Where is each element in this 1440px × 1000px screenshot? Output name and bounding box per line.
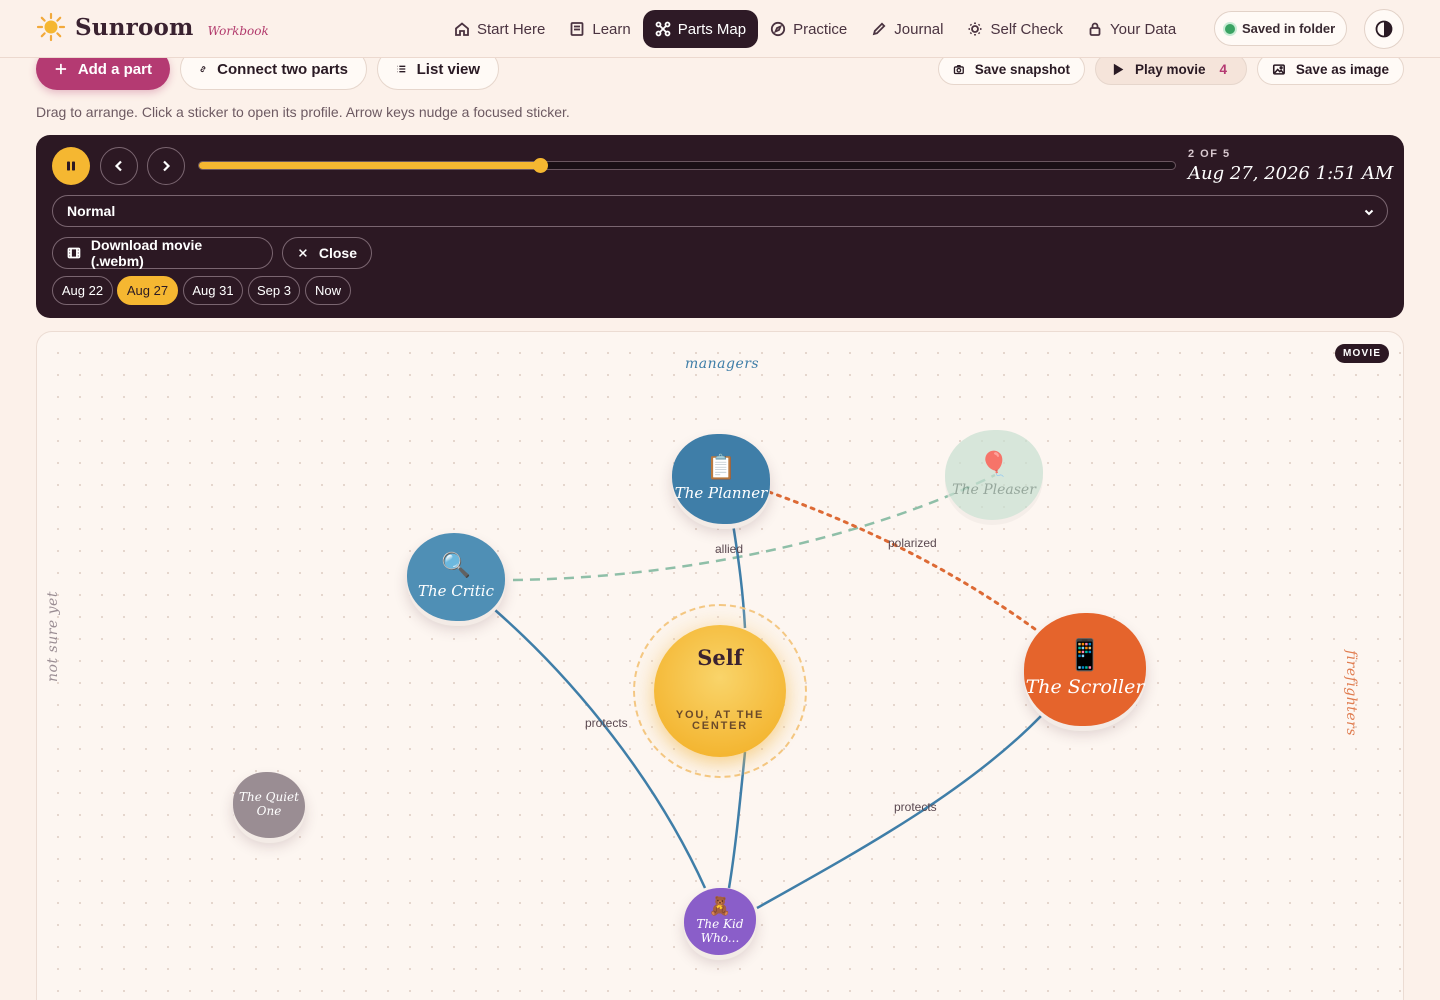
nav-label: Start Here (477, 20, 546, 38)
magnifier-icon: 🔍 (441, 551, 471, 580)
saved-status-pill[interactable]: Saved in folder (1214, 11, 1347, 46)
brand-tag: Workbook (207, 24, 269, 38)
teddy-bear-icon: 🧸 (708, 895, 732, 917)
parts-map-canvas[interactable]: MOVIE managers not sure yet firefighters… (36, 331, 1404, 1000)
status-dot (1225, 23, 1235, 34)
part-name: The Critic (418, 582, 494, 601)
nav-label: Learn (592, 20, 631, 38)
chevron-right-icon (163, 160, 171, 172)
book-icon (570, 22, 584, 36)
link-icon (200, 66, 206, 73)
snapshot-chip-aug-22[interactable]: Aug 22 (52, 276, 113, 305)
part-sticker-critic[interactable]: 🔍 The Critic (407, 533, 505, 621)
network-icon (655, 21, 671, 37)
theme-toggle-button[interactable] (1364, 9, 1404, 49)
top-nav-bar: Sunroom Workbook Start Here Learn Parts … (0, 0, 1440, 58)
chevron-left-icon (114, 160, 122, 172)
balloon-icon: 🎈 (979, 449, 1009, 478)
edge-label-protects: protects (894, 800, 937, 814)
camera-icon (953, 64, 964, 74)
part-sticker-quiet-one[interactable]: The Quiet One (233, 772, 305, 838)
nav-self-check[interactable]: Self Check (955, 10, 1075, 48)
phone-icon: 📱 (1066, 637, 1104, 673)
pause-icon (67, 161, 75, 171)
part-name: The Planner (674, 484, 768, 503)
snapshot-chip-now[interactable]: Now (305, 276, 351, 305)
scrubber-handle[interactable] (533, 158, 549, 173)
map-hint-text: Drag to arrange. Click a sticker to open… (36, 104, 570, 120)
nav-label: Journal (894, 20, 944, 38)
previous-frame-button[interactable] (100, 147, 138, 185)
brand[interactable]: Sunroom Workbook (36, 12, 269, 42)
brand-name: Sunroom (75, 13, 194, 41)
nav-journal[interactable]: Journal (859, 10, 955, 48)
close-label: Close (318, 245, 357, 261)
edge-label-protects: protects (585, 716, 628, 730)
speed-value: Normal (67, 203, 116, 219)
nav-practice[interactable]: Practice (758, 10, 859, 48)
play-icon (1113, 63, 1124, 75)
download-movie-label: Download movie (.webm) (90, 237, 203, 269)
save-image-label: Save as image (1295, 61, 1389, 77)
part-name: The Kid Who... (696, 916, 744, 945)
next-frame-button[interactable] (147, 147, 185, 185)
scrubber-fill (199, 162, 541, 169)
play-movie-label: Play movie (1135, 61, 1206, 77)
edge-label-polarized: polarized (888, 536, 937, 550)
lock-icon (1089, 22, 1101, 36)
nav-label: Practice (793, 20, 848, 38)
connect-label: Connect two parts (217, 60, 348, 78)
saved-status-text: Saved in folder (1242, 21, 1336, 36)
part-sticker-kid[interactable]: 🧸 The Kid Who... (684, 888, 756, 955)
nav-your-data[interactable]: Your Data (1075, 10, 1188, 48)
part-sticker-scroller[interactable]: 📱 The Scroller (1024, 613, 1146, 726)
snapshot-chip-sep-3[interactable]: Sep 3 (248, 276, 300, 305)
part-name: The Scroller (1025, 675, 1145, 698)
clipboard-icon: 📋 (706, 453, 736, 482)
nav-label: Your Data (1110, 20, 1177, 38)
snapshot-count-badge: 4 (1219, 61, 1228, 77)
speed-select[interactable]: Normal (52, 195, 1388, 227)
snapshot-chip-aug-31[interactable]: Aug 31 (183, 276, 243, 305)
movie-scrubber-track[interactable] (198, 161, 1176, 170)
save-snapshot-label: Save snapshot (974, 61, 1070, 77)
plus-icon (55, 63, 67, 75)
main-nav: Start Here Learn Parts Map Practice Jour… (442, 10, 1188, 48)
compass-icon (770, 21, 786, 37)
sun-icon (968, 22, 982, 36)
part-sticker-planner[interactable]: 📋 The Planner (672, 434, 770, 524)
part-name: The Quiet One (239, 790, 299, 818)
sun-logo-icon (36, 12, 66, 42)
nav-learn[interactable]: Learn (557, 10, 642, 48)
self-subtitle: YOU, AT THE CENTER (675, 709, 765, 732)
self-title: Self (697, 645, 743, 670)
add-part-label: Add a part (77, 60, 152, 78)
nav-parts-map[interactable]: Parts Map (642, 10, 759, 48)
step-counter: 2 OF 5 (1188, 148, 1231, 160)
movie-player-panel: 2 OF 5 Aug 27, 2026 1:51 AM Normal Downl… (36, 135, 1404, 318)
image-icon (1272, 63, 1285, 75)
edge-label-allied: allied (715, 542, 744, 556)
chevron-down-icon (1364, 209, 1374, 216)
pause-button[interactable] (52, 147, 90, 185)
list-icon (397, 65, 406, 73)
nav-label: Parts Map (677, 20, 747, 38)
snapshot-chip-aug-27[interactable]: Aug 27 (117, 276, 178, 305)
part-name: The Pleaser (952, 481, 1036, 498)
home-icon (455, 22, 469, 36)
self-node[interactable]: Self YOU, AT THE CENTER (654, 625, 786, 757)
film-icon (67, 247, 81, 259)
close-movie-button[interactable]: Close (282, 237, 372, 269)
pencil-icon (873, 22, 886, 36)
download-movie-button[interactable]: Download movie (.webm) (52, 237, 273, 269)
nav-label: Self Check (990, 20, 1064, 38)
nav-start-here[interactable]: Start Here (442, 10, 557, 48)
close-icon (299, 249, 307, 257)
snapshot-date: Aug 27, 2026 1:51 AM (1188, 163, 1394, 184)
contrast-icon (1375, 20, 1393, 38)
list-view-label: List view (416, 60, 480, 78)
